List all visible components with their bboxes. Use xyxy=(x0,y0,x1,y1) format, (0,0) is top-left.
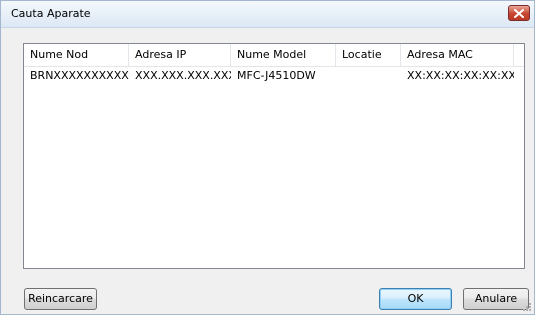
dialog-content: Nume Nod Adresa IP Nume Model Locatie Ad… xyxy=(1,28,534,314)
cell-model-name: MFC-J4510DW xyxy=(237,69,316,82)
column-header-model-name[interactable]: Nume Model xyxy=(231,44,336,66)
window-title: Cauta Aparate xyxy=(11,7,91,20)
list-header: Nume Nod Adresa IP Nume Model Locatie Ad… xyxy=(24,44,524,67)
column-header-node-name[interactable]: Nume Nod xyxy=(24,44,129,66)
resize-grip-icon[interactable] xyxy=(522,302,532,312)
column-header-mac-address[interactable]: Adresa MAC xyxy=(401,44,514,66)
search-devices-dialog: Cauta Aparate Nume Nod Adresa IP Nume Mo… xyxy=(0,0,535,315)
cell-location xyxy=(336,67,401,85)
title-bar[interactable]: Cauta Aparate xyxy=(1,1,534,28)
cell-ip-address: XXX.XXX.XXX.XXX xyxy=(135,69,231,82)
close-icon xyxy=(514,8,524,18)
reload-button[interactable]: Reincarcare xyxy=(24,288,97,310)
column-header-ip-address[interactable]: Adresa IP xyxy=(129,44,231,66)
column-header-location[interactable]: Locatie xyxy=(336,44,401,66)
close-button[interactable] xyxy=(508,5,530,21)
ok-button[interactable]: OK xyxy=(379,288,452,310)
table-row[interactable]: BRNXXXXXXXXXXXX XXX.XXX.XXX.XXX MFC-J451… xyxy=(24,67,524,85)
cell-node-name: BRNXXXXXXXXXXXX xyxy=(30,69,129,82)
cancel-button[interactable]: Anulare xyxy=(463,288,529,310)
cell-mac-address: XX:XX:XX:XX:XX:XX xyxy=(407,69,514,82)
device-list[interactable]: Nume Nod Adresa IP Nume Model Locatie Ad… xyxy=(23,43,525,269)
